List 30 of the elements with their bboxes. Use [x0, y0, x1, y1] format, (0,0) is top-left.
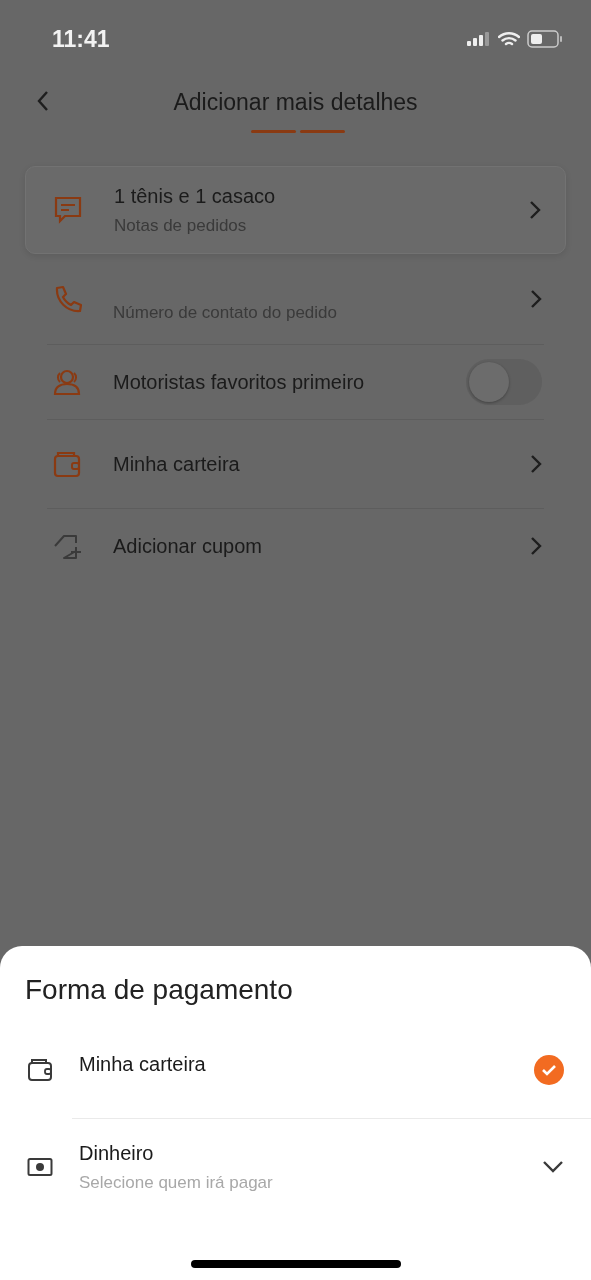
payment-option[interactable]: Dinheiro Selecione quem irá pagar [72, 1118, 591, 1215]
chevron-right-icon [529, 200, 541, 220]
row-title: 1 tênis e 1 casaco [114, 184, 277, 208]
option-title: Minha carteira [79, 1052, 207, 1076]
row-title: Adicionar cupom [113, 534, 263, 558]
battery-icon [527, 30, 563, 48]
chevron-down-icon [542, 1160, 564, 1174]
row-title: Minha carteira [113, 452, 241, 476]
chevron-right-icon [530, 536, 542, 556]
page-title: Adicionar mais detalhes [173, 88, 418, 116]
status-time: 11:41 [52, 25, 110, 53]
wifi-icon [498, 31, 520, 47]
chevron-right-icon [530, 454, 542, 474]
checkmark-icon [534, 1055, 564, 1085]
payment-option[interactable]: Minha carteira [0, 1022, 591, 1118]
option-subtitle: Selecione quem irá pagar [79, 1172, 274, 1193]
toggle-switch[interactable] [466, 359, 542, 405]
message-icon [53, 195, 83, 225]
detail-row[interactable]: Adicionar cupom [47, 509, 544, 583]
option-title: Dinheiro [79, 1141, 155, 1165]
detail-row[interactable]: Motoristas favoritos primeiro [47, 345, 544, 420]
chevron-right-icon [530, 289, 542, 309]
detail-row[interactable]: Minha carteira [47, 420, 544, 509]
wallet-icon [27, 1058, 53, 1082]
sheet-title: Forma de pagamento [24, 974, 294, 1006]
wallet-icon [52, 449, 82, 479]
row-title: Motoristas favoritos primeiro [113, 370, 366, 394]
signal-icon [467, 32, 491, 46]
people-icon [51, 367, 83, 397]
banknote-icon [27, 1157, 53, 1177]
